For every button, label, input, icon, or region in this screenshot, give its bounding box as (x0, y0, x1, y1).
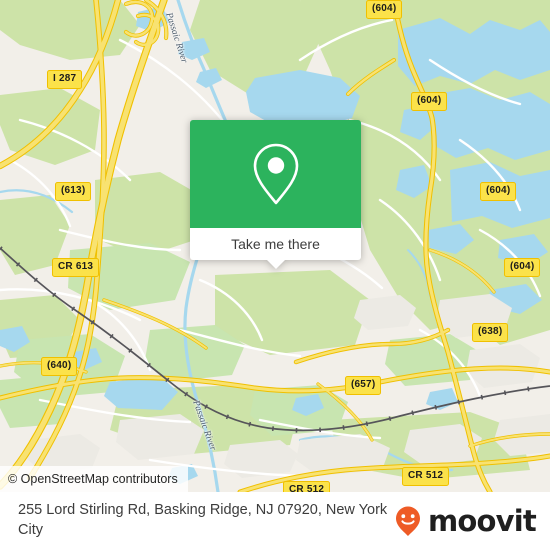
moovit-wordmark: moovit (428, 503, 537, 538)
map-pin-icon (253, 143, 298, 205)
popup-action-bar[interactable]: Take me there (190, 228, 361, 260)
shield-638: (638) (472, 323, 509, 342)
popup-pointer-tail (266, 260, 285, 269)
shield-613: (613) (55, 182, 92, 201)
shield-657: (657) (345, 376, 382, 395)
shield-cr-613: CR 613 (52, 258, 100, 277)
location-popup-card[interactable]: Take me there (190, 120, 361, 269)
popup-green-header (190, 120, 361, 228)
osm-attribution[interactable]: © OpenStreetMap contributors (0, 466, 188, 492)
shield-604-upper: (604) (411, 92, 448, 111)
moovit-pin-smiley-icon (396, 506, 421, 536)
shield-cr-512-bottom: CR 512 (283, 481, 331, 492)
shield-i-287: I 287 (47, 70, 83, 89)
shield-604-mid: (604) (480, 182, 517, 201)
shield-640: (640) (41, 357, 78, 376)
moovit-logo[interactable]: moovit (391, 503, 537, 538)
take-me-there-label: Take me there (231, 236, 320, 252)
map-screenshot: I 287 (604) (604) (604) (604) (613) CR 6… (0, 0, 550, 550)
osm-attribution-text: © OpenStreetMap contributors (8, 472, 178, 486)
map-canvas[interactable]: I 287 (604) (604) (604) (604) (613) CR 6… (0, 0, 550, 492)
shield-604-north: (604) (366, 0, 403, 19)
shield-cr-512-right: CR 512 (402, 467, 450, 486)
shield-604-lower: (604) (504, 258, 541, 277)
footer-bar: 255 Lord Stirling Rd, Basking Ridge, NJ … (0, 492, 550, 550)
address-label: 255 Lord Stirling Rd, Basking Ridge, NJ … (18, 502, 388, 538)
